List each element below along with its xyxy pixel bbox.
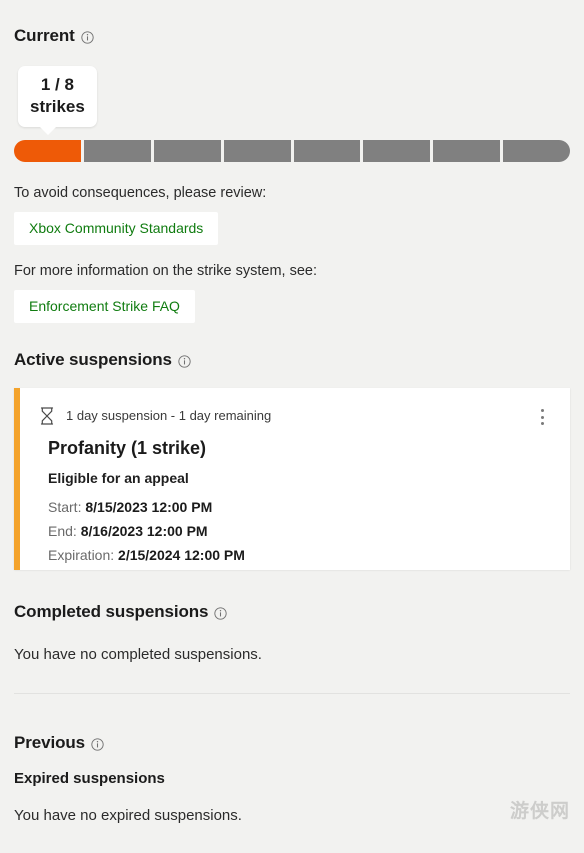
enforcement-strike-faq-link[interactable]: Enforcement Strike FAQ [14, 290, 195, 323]
suspension-detail-row: Start: 8/15/2023 12:00 PM [48, 495, 570, 519]
more-vertical-icon[interactable] [530, 402, 554, 432]
info-circle-icon[interactable] [91, 737, 104, 751]
completed-suspensions-label: Completed suspensions [14, 602, 209, 621]
suspension-detail-label: Expiration: [48, 547, 119, 563]
active-suspensions-label: Active suspensions [14, 350, 172, 369]
strike-segment-empty [153, 140, 221, 162]
strikes-page: Current 1 / 8 strikes To avoid consequen… [0, 0, 584, 853]
watermark: 游侠网 [509, 800, 570, 822]
suspension-detail-value: 8/15/2023 12:00 PM [85, 499, 213, 515]
strike-count-unit: strikes [30, 97, 85, 116]
completed-suspensions-empty-text: You have no completed suspensions. [14, 646, 262, 663]
suspension-detail-row: End: 8/16/2023 12:00 PM [48, 519, 570, 543]
expired-suspensions-heading: Expired suspensions [14, 770, 165, 787]
suspension-duration-row: 1 day suspension - 1 day remaining [20, 388, 570, 426]
suspension-appeal-status: Eligible for an appeal [48, 470, 189, 486]
previous-heading-label: Previous [14, 733, 86, 752]
faq-prompt-text: For more information on the strike syste… [14, 263, 317, 279]
strike-progress-bar [14, 140, 570, 162]
xbox-community-standards-link[interactable]: Xbox Community Standards [14, 212, 219, 245]
suspension-detail-value: 2/15/2024 12:00 PM [118, 547, 245, 563]
suspension-duration-text: 1 day suspension - 1 day remaining [66, 408, 272, 423]
kebab-dot [540, 415, 544, 419]
strike-segment-empty [363, 140, 431, 162]
suspension-title: Profanity (1 strike) [48, 438, 207, 458]
info-circle-icon[interactable] [214, 606, 228, 620]
kebab-dot [540, 422, 544, 425]
current-section-heading: Current [14, 26, 94, 46]
suspension-detail-rows: Start: 8/15/2023 12:00 PM End: 8/16/2023 … [20, 487, 570, 567]
kebab-dot [540, 409, 544, 412]
suspension-detail-label: Start: [48, 499, 86, 515]
strike-segment-empty [433, 140, 501, 162]
info-circle-icon[interactable] [81, 30, 94, 44]
strike-count-tooltip: 1 / 8 strikes [18, 66, 97, 135]
strike-segment-empty [223, 140, 291, 162]
standards-prompt-text: To avoid consequences, please review: [14, 185, 267, 201]
suspension-detail-row: Expiration: 2/15/2024 12:00 PM [48, 543, 570, 567]
info-circle-icon[interactable] [178, 354, 191, 368]
suspension-detail-value: 8/16/2023 12:00 PM [80, 523, 208, 539]
current-heading-label: Current [14, 26, 75, 45]
hourglass-icon [38, 406, 56, 426]
suspension-detail-label: End: [48, 523, 81, 539]
active-suspensions-heading: Active suspensions [14, 350, 191, 370]
strike-segment-empty [503, 140, 570, 162]
section-divider [14, 693, 570, 694]
strike-segment-filled [14, 140, 81, 162]
previous-section-heading: Previous [14, 733, 104, 753]
strike-segment-empty [83, 140, 151, 162]
expired-suspensions-empty-text: You have no expired suspensions. [14, 807, 242, 824]
strike-count-value: 1 / 8 [40, 75, 74, 94]
completed-suspensions-heading: Completed suspensions [14, 602, 228, 622]
suspension-card: 1 day suspension - 1 day remaining Profa… [14, 388, 570, 570]
strike-segment-empty [293, 140, 361, 162]
